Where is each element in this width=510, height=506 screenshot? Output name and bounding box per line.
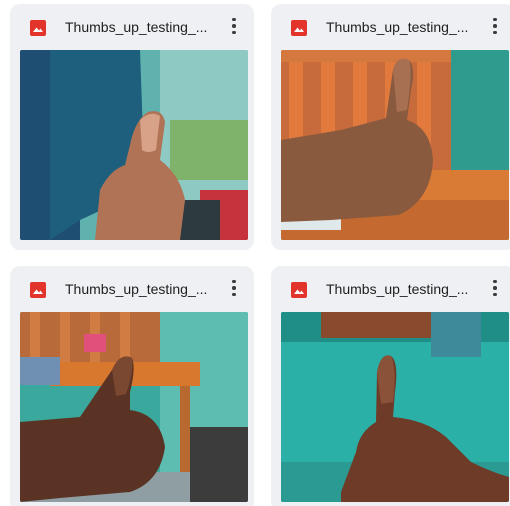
image-file-icon	[30, 20, 46, 36]
file-grid: Thumbs_up_testing_... Thumbs_up_testing_…	[0, 0, 510, 506]
file-name[interactable]: Thumbs_up_testing_...	[65, 279, 215, 299]
image-file-icon	[30, 282, 46, 298]
more-vert-icon[interactable]	[222, 276, 246, 300]
file-thumbnail[interactable]	[281, 312, 509, 502]
file-card-header: Thumbs_up_testing_...	[271, 4, 510, 48]
file-card-header: Thumbs_up_testing_...	[10, 4, 254, 48]
more-vert-icon[interactable]	[222, 14, 246, 38]
file-thumbnail[interactable]	[20, 312, 248, 502]
image-file-icon	[291, 20, 307, 36]
file-card-header: Thumbs_up_testing_...	[10, 266, 254, 310]
file-card-header: Thumbs_up_testing_...	[271, 266, 510, 310]
file-name[interactable]: Thumbs_up_testing_...	[326, 279, 476, 299]
file-thumbnail[interactable]	[20, 50, 248, 240]
file-card[interactable]: Thumbs_up_testing_...	[271, 266, 510, 506]
file-card[interactable]: Thumbs_up_testing_...	[271, 4, 510, 250]
file-card[interactable]: Thumbs_up_testing_...	[10, 4, 254, 250]
more-vert-icon[interactable]	[483, 276, 507, 300]
file-name[interactable]: Thumbs_up_testing_...	[65, 17, 215, 37]
file-name[interactable]: Thumbs_up_testing_...	[326, 17, 476, 37]
more-vert-icon[interactable]	[483, 14, 507, 38]
image-file-icon	[291, 282, 307, 298]
file-thumbnail[interactable]	[281, 50, 509, 240]
file-card[interactable]: Thumbs_up_testing_...	[10, 266, 254, 506]
